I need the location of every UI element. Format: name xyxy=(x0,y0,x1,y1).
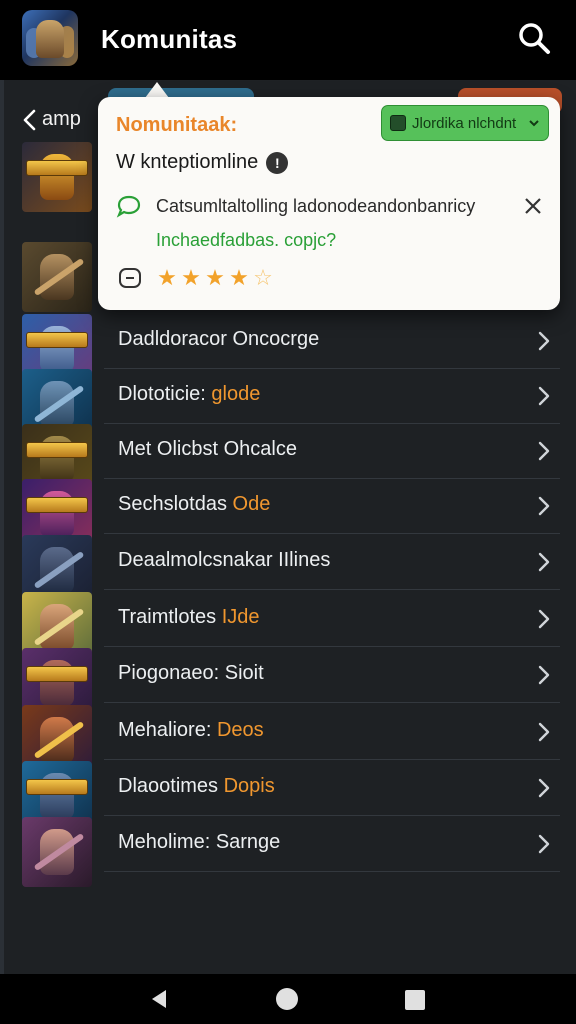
community-list-item[interactable]: Dlototicie: glode xyxy=(0,367,576,439)
community-name: Traimtlotes IJde xyxy=(118,606,260,629)
row-divider xyxy=(104,871,560,872)
community-list-item[interactable]: Traimtlotes IJde xyxy=(0,590,576,662)
community-name-text: Traimtlotes xyxy=(118,606,217,628)
app-header: Komunitas xyxy=(0,0,576,80)
community-name: Deaalmolcsnakar IIlines xyxy=(118,549,330,572)
community-list-item[interactable]: Meholime: Sarnge xyxy=(0,815,576,887)
popup-title: Nomunitaak: xyxy=(116,114,238,136)
community-name: Mehaliore: Deos xyxy=(118,719,264,742)
chevron-right-icon xyxy=(538,834,550,854)
chevron-right-icon xyxy=(538,331,550,351)
feedback-face-icon xyxy=(119,268,141,288)
chevron-down-icon xyxy=(529,120,539,127)
game-thumbnail xyxy=(22,817,92,887)
popup-pointer xyxy=(145,82,169,98)
back-link[interactable]: amp xyxy=(22,108,81,131)
community-list-item[interactable]: Dlaootimes Dopis xyxy=(0,759,576,831)
popup-action-label: Jlordika nlchdnt xyxy=(412,114,517,132)
popup-message: Catsumltaltolling ladonodeandonbanricy xyxy=(156,196,476,216)
chevron-right-icon xyxy=(538,386,550,406)
popup-heading: W knteptiomline ! xyxy=(116,151,289,174)
system-nav-bar xyxy=(0,974,576,1024)
page-title: Komunitas xyxy=(101,24,238,54)
info-icon[interactable]: ! xyxy=(266,151,289,174)
chevron-right-icon xyxy=(538,552,550,572)
community-name: Dadldoracor Oncocrge xyxy=(118,328,319,351)
star-icon[interactable]: ☆ xyxy=(252,267,274,289)
star-rating[interactable]: ★ ★ ★ ★ ☆ xyxy=(156,267,274,289)
community-list-item[interactable]: Met Olicbst Ohcalce xyxy=(0,422,576,494)
community-name-text: Piogonaeo: Sioit xyxy=(118,662,264,684)
close-icon[interactable] xyxy=(522,195,544,217)
community-name: Meholime: Sarnge xyxy=(118,831,280,854)
chat-bubble-icon xyxy=(116,195,141,218)
chevron-right-icon xyxy=(538,609,550,629)
community-name: Dlototicie: glode xyxy=(118,383,260,406)
search-icon[interactable] xyxy=(516,20,552,56)
community-tag: Dopis xyxy=(223,775,275,797)
game-thumbnail xyxy=(22,142,92,212)
community-name-text: Dlaootimes xyxy=(118,775,219,797)
star-icon[interactable]: ★ xyxy=(228,267,250,289)
nav-home-icon[interactable] xyxy=(276,988,298,1010)
community-name: Piogonaeo: Sioit xyxy=(118,662,264,685)
community-name: Dlaootimes Dopis xyxy=(118,775,275,798)
community-list-item[interactable]: Piogonaeo: Sioit xyxy=(0,646,576,718)
community-list-item[interactable]: Dadldoracor Oncocrge xyxy=(0,312,576,384)
star-icon[interactable]: ★ xyxy=(204,267,226,289)
chevron-right-icon xyxy=(538,441,550,461)
community-name-text: Sechslotdas xyxy=(118,493,227,515)
nav-back-icon[interactable] xyxy=(150,988,168,1010)
community-popup: Nomunitaak: Jlordika nlchdnt W knteptiom… xyxy=(98,97,560,310)
star-icon[interactable]: ★ xyxy=(180,267,202,289)
community-tag: glode xyxy=(211,383,261,405)
chevron-right-icon xyxy=(538,722,550,742)
community-tag: Deos xyxy=(216,719,264,741)
community-name-text: Meholime: Sarnge xyxy=(118,831,281,853)
nav-recents-icon[interactable] xyxy=(405,990,425,1010)
chevron-left-icon xyxy=(23,109,36,130)
popup-heading-text: W knteptiomline xyxy=(116,151,259,173)
app-square-icon xyxy=(390,115,406,131)
community-name-text: Mehaliore: xyxy=(118,719,212,741)
community-list-item[interactable]: Mehaliore: Deos xyxy=(0,703,576,775)
chevron-right-icon xyxy=(538,778,550,798)
back-label: amp xyxy=(42,108,81,130)
popup-link[interactable]: Inchaedfadbas. copjc? xyxy=(156,230,336,251)
community-name-text: Dadldoracor Oncocrge xyxy=(118,328,320,350)
star-icon[interactable]: ★ xyxy=(156,267,178,289)
game-thumbnail xyxy=(22,242,92,312)
popup-action-dropdown[interactable]: Jlordika nlchdnt xyxy=(381,105,549,141)
community-name-text: Deaalmolcsnakar IIlines xyxy=(118,549,331,571)
game-app-icon[interactable] xyxy=(22,10,78,66)
community-name: Sechslotdas Ode xyxy=(118,493,270,516)
chevron-right-icon xyxy=(538,496,550,516)
community-tag: Ode xyxy=(232,493,271,515)
community-name: Met Olicbst Ohcalce xyxy=(118,438,297,461)
community-name-text: Met Olicbst Ohcalce xyxy=(118,438,297,460)
chevron-right-icon xyxy=(538,665,550,685)
community-tag: IJde xyxy=(221,606,260,628)
community-list-item[interactable]: Deaalmolcsnakar IIlines xyxy=(0,533,576,605)
community-list-item[interactable]: Sechslotdas Ode xyxy=(0,477,576,549)
community-name-text: Dlototicie: xyxy=(118,383,206,405)
